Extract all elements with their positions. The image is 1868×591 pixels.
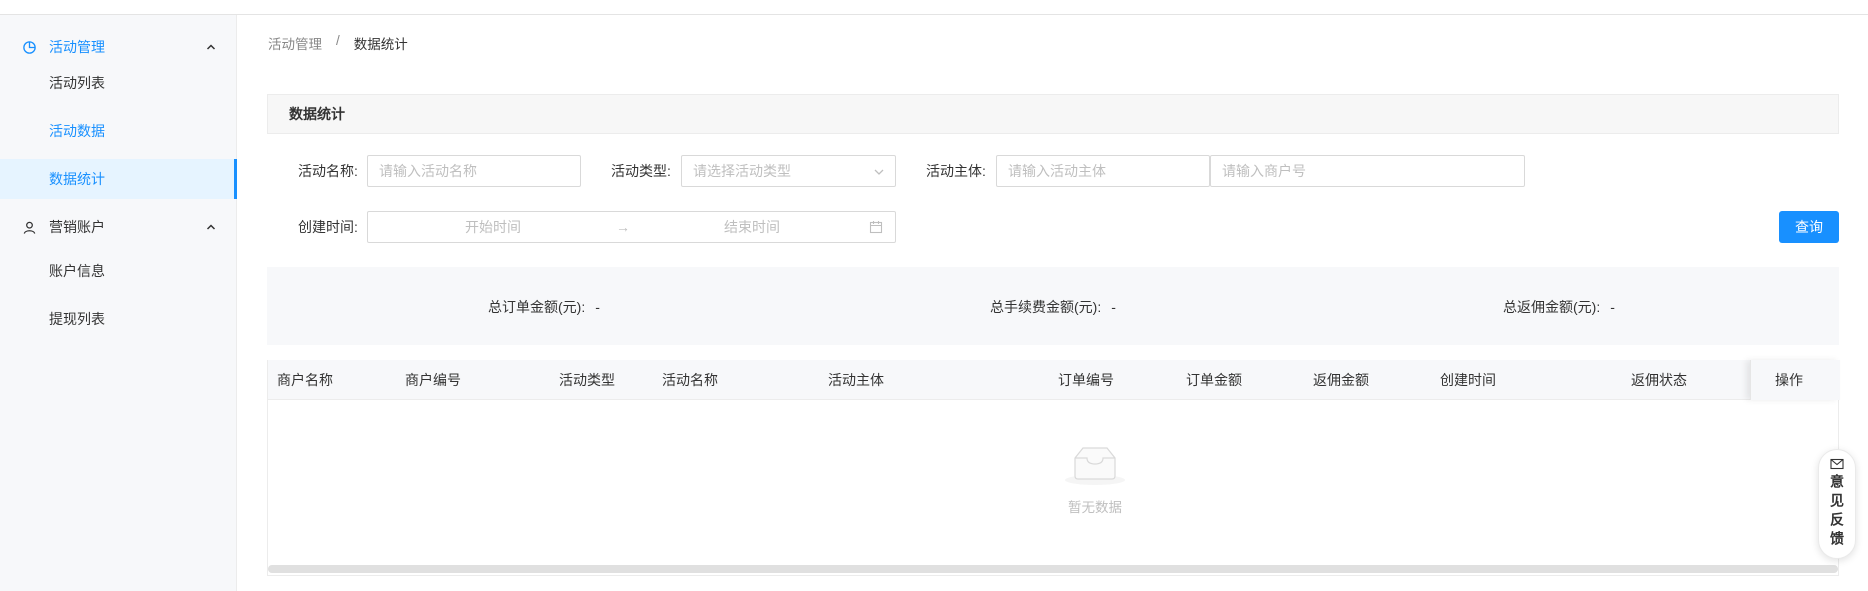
summary-label: 总手续费金额(元):	[990, 299, 1102, 315]
column-header: 活动类型	[559, 372, 615, 388]
breadcrumb: 活动管理 / 数据统计	[268, 33, 408, 53]
column-header: 返佣状态	[1631, 372, 1687, 388]
merchant-number-placeholder: 请输入商户号	[1222, 163, 1306, 179]
mail-icon	[1830, 458, 1844, 470]
activity-name-input[interactable]: 请输入活动名称	[367, 155, 581, 187]
column-header: 创建时间	[1440, 372, 1496, 388]
empty-box-icon	[1065, 447, 1125, 485]
sidebar-item-activity-data[interactable]: 活动数据	[0, 111, 236, 151]
sidebar-item-label: 提现列表	[49, 311, 105, 327]
sidebar-group-marketing-account[interactable]: 营销账户	[0, 203, 236, 251]
activity-subject-placeholder: 请输入活动主体	[1008, 163, 1106, 179]
sidebar-group-label: 营销账户	[49, 219, 105, 235]
breadcrumb-current: 数据统计	[353, 37, 408, 52]
column-header: 活动名称	[662, 372, 718, 388]
activity-subject-label: 活动主体:	[926, 163, 986, 179]
user-icon	[21, 219, 37, 235]
feedback-label: 意见反馈	[1829, 474, 1845, 550]
summary-label: 总订单金额(元):	[488, 299, 586, 315]
range-start-placeholder[interactable]: 开始时间	[465, 212, 521, 242]
summary-total-order-amount: 总订单金额(元): -	[488, 297, 600, 317]
query-button[interactable]: 查询	[1779, 211, 1839, 243]
merchant-number-input[interactable]: 请输入商户号	[1210, 155, 1525, 187]
summary-total-rebate-amount: 总返佣金额(元): -	[1503, 297, 1615, 317]
chevron-down-icon	[873, 165, 885, 177]
breadcrumb-parent[interactable]: 活动管理	[268, 33, 322, 53]
sidebar-item-label: 活动数据	[49, 123, 105, 139]
create-time-range-picker[interactable]: 开始时间 → 结束时间	[367, 211, 896, 243]
summary-value: -	[1111, 299, 1116, 315]
top-bar	[0, 0, 1868, 15]
sidebar-item-withdraw-list[interactable]: 提现列表	[0, 299, 236, 339]
calendar-icon	[869, 220, 883, 234]
column-header: 订单编号	[1058, 372, 1114, 388]
feedback-button[interactable]: 意见反馈	[1818, 449, 1856, 559]
activity-subject-input[interactable]: 请输入活动主体	[996, 155, 1210, 187]
chevron-up-icon	[204, 40, 218, 54]
column-header: 操作	[1775, 372, 1803, 388]
summary-value: -	[1610, 299, 1615, 315]
column-header: 商户名称	[277, 372, 333, 388]
column-header: 活动主体	[828, 372, 884, 388]
sidebar-item-label: 数据统计	[49, 171, 105, 187]
column-header: 返佣金额	[1313, 372, 1369, 388]
activity-name-placeholder: 请输入活动名称	[379, 163, 477, 179]
sidebar-item-account-info[interactable]: 账户信息	[0, 251, 236, 291]
summary-label: 总返佣金额(元):	[1503, 299, 1601, 315]
table-header: 商户名称 商户编号 活动类型 活动名称 活动主体 订单编号 订单金额 返佣金额 …	[268, 360, 1840, 400]
sidebar-item-activity-list[interactable]: 活动列表	[0, 63, 236, 103]
column-header: 订单金额	[1186, 372, 1242, 388]
empty-text: 暂无数据	[1068, 500, 1122, 515]
empty-state: 暂无数据	[1025, 444, 1165, 516]
chevron-up-icon	[204, 220, 218, 234]
sidebar-item-label: 账户信息	[49, 263, 105, 279]
pie-chart-icon	[21, 39, 37, 55]
range-end-placeholder[interactable]: 结束时间	[724, 212, 780, 242]
activity-type-label: 活动类型:	[611, 163, 671, 179]
activity-name-label: 活动名称:	[298, 163, 358, 179]
sidebar-item-data-statistics[interactable]: 数据统计	[0, 159, 237, 199]
horizontal-scrollbar[interactable]	[268, 565, 1838, 573]
breadcrumb-separator: /	[336, 33, 340, 48]
summary-panel: 总订单金额(元): - 总手续费金额(元): - 总返佣金额(元): -	[267, 267, 1839, 345]
card-title: 数据统计	[267, 94, 1839, 134]
create-time-label: 创建时间:	[298, 219, 358, 235]
sidebar-group-label: 活动管理	[49, 39, 105, 55]
summary-value: -	[595, 299, 600, 315]
column-header: 商户编号	[405, 372, 461, 388]
summary-total-fee-amount: 总手续费金额(元): -	[990, 297, 1116, 317]
activity-type-placeholder: 请选择活动类型	[693, 163, 791, 179]
sidebar-item-label: 活动列表	[49, 75, 105, 91]
activity-type-select[interactable]: 请选择活动类型	[681, 155, 896, 187]
fixed-action-column: 操作	[1750, 360, 1840, 400]
sidebar: 活动管理 活动列表 活动数据 数据统计 营销账户 账户信息 提现列表	[0, 15, 237, 591]
data-table: 商户名称 商户编号 活动类型 活动名称 活动主体 订单编号 订单金额 返佣金额 …	[267, 360, 1840, 576]
range-separator-arrow: →	[616, 219, 630, 235]
